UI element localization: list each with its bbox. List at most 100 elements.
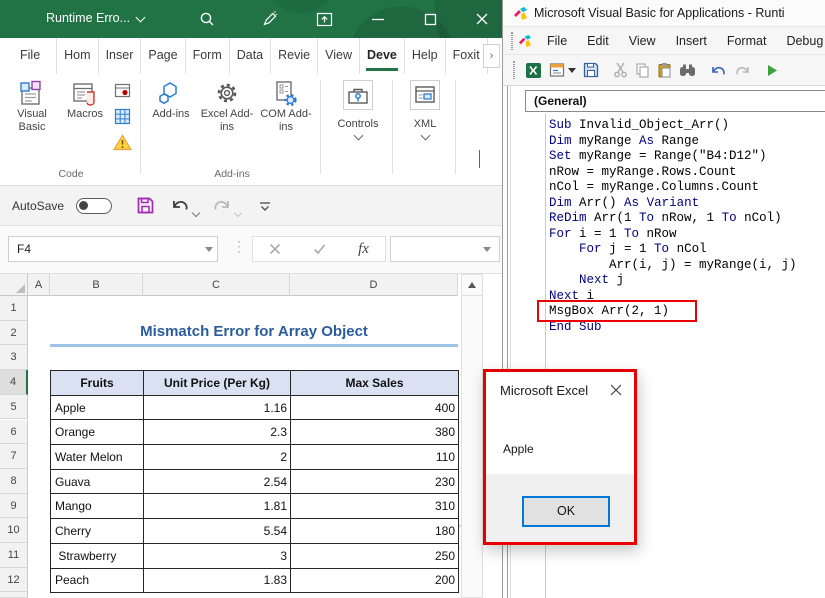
formula-input[interactable] — [390, 236, 500, 262]
table-cell[interactable]: Peach — [51, 568, 144, 594]
table-header-fruits[interactable]: Fruits — [51, 371, 144, 396]
table-cell[interactable]: 400 — [291, 395, 459, 421]
xml-button[interactable]: XML — [400, 80, 450, 143]
code-line[interactable]: For i = 1 To nRow — [549, 227, 677, 243]
code-line[interactable]: ReDim Arr(1 To nRow, 1 To nCol) — [549, 211, 782, 227]
vba-undo-button[interactable] — [710, 63, 727, 78]
table-cell[interactable]: Strawberry — [51, 543, 144, 569]
object-dropdown[interactable]: (General) — [525, 90, 825, 112]
table-cell[interactable]: Mango — [51, 494, 144, 520]
formula-bar-expand-icon[interactable] — [483, 247, 491, 252]
row-header-2[interactable]: 2 — [0, 320, 28, 346]
tab-foxit[interactable]: Foxit — [446, 38, 488, 74]
select-all-corner[interactable] — [0, 274, 28, 296]
code-line[interactable]: Set myRange = Range("B4:D12") — [549, 149, 767, 165]
col-header-c[interactable]: C — [143, 274, 290, 296]
insert-function-icon[interactable]: fx — [358, 241, 369, 258]
formula-bar-grip-icon[interactable]: ⋮ — [232, 238, 246, 255]
tab-insert[interactable]: Inser — [99, 38, 142, 74]
macros-button[interactable]: Macros — [60, 80, 110, 121]
tab-file[interactable]: File — [8, 38, 58, 74]
table-header-unit-price[interactable]: Unit Price (Per Kg) — [144, 371, 291, 396]
tab-data[interactable]: Data — [230, 38, 272, 74]
collapse-ribbon-icon[interactable] — [479, 150, 493, 168]
save-button[interactable] — [136, 196, 155, 215]
row-header-3[interactable]: 3 — [0, 345, 28, 371]
code-line[interactable]: Arr(i, j) = myRange(i, j) — [549, 258, 797, 274]
record-macro-button[interactable] — [112, 80, 132, 100]
menu-file[interactable]: File — [538, 30, 576, 52]
table-cell[interactable]: 200 — [291, 568, 459, 594]
com-add-ins-button[interactable]: COM Add-ins — [258, 80, 314, 133]
row-header-4[interactable]: 4 — [0, 370, 28, 395]
undo-button[interactable] — [170, 196, 190, 215]
menu-insert[interactable]: Insert — [667, 30, 716, 52]
insert-object-dropdown-icon[interactable] — [568, 67, 576, 73]
code-line[interactable]: nCol = myRange.Columns.Count — [549, 180, 759, 196]
row-header-6[interactable]: 6 — [0, 419, 28, 445]
row-header-1[interactable]: 1 — [0, 296, 28, 321]
table-cell[interactable]: 180 — [291, 519, 459, 544]
table-cell[interactable]: 110 — [291, 445, 459, 470]
row-header-11[interactable]: 11 — [0, 543, 28, 568]
table-cell[interactable]: 1.16 — [144, 395, 291, 421]
menu-view[interactable]: View — [620, 30, 665, 52]
scrollbar-up-icon[interactable] — [462, 275, 482, 296]
code-line[interactable]: Dim Arr() As Variant — [549, 196, 699, 212]
controls-button[interactable]: Controls — [330, 80, 386, 143]
find-button[interactable] — [679, 63, 696, 78]
vba-redo-button[interactable] — [734, 63, 751, 78]
code-line[interactable]: Sub Invalid_Object_Arr() — [549, 118, 729, 134]
menu-edit[interactable]: Edit — [578, 30, 618, 52]
msgbox-close-icon[interactable] — [609, 383, 623, 397]
name-box-dropdown-icon[interactable] — [205, 247, 213, 252]
table-cell[interactable]: 2 — [144, 445, 291, 470]
minimize-icon[interactable] — [368, 9, 388, 29]
copy-button[interactable] — [635, 62, 650, 78]
table-header-max-sales[interactable]: Max Sales — [291, 371, 459, 396]
table-cell[interactable]: 250 — [291, 543, 459, 569]
col-header-a[interactable]: A — [28, 274, 50, 296]
vba-save-button[interactable] — [583, 62, 599, 78]
insert-object-button[interactable] — [549, 62, 576, 78]
paste-button[interactable] — [657, 62, 672, 78]
tab-page-layout[interactable]: Page — [141, 38, 186, 74]
name-box[interactable]: F4 — [8, 236, 218, 262]
tab-help[interactable]: Help — [405, 38, 446, 74]
customize-qat-icon[interactable] — [258, 199, 272, 213]
col-header-b[interactable]: B — [50, 274, 143, 296]
table-cell[interactable]: Cherry — [51, 519, 144, 544]
code-line[interactable]: nRow = myRange.Rows.Count — [549, 165, 737, 181]
menubar-drag-handle[interactable] — [511, 31, 513, 50]
table-cell[interactable]: Guava — [51, 469, 144, 495]
run-macro-button[interactable] — [765, 63, 779, 78]
visual-basic-button[interactable]: Visual Basic — [6, 80, 58, 133]
cut-button[interactable] — [613, 62, 628, 78]
redo-button[interactable] — [212, 196, 232, 215]
autosave-toggle[interactable] — [76, 198, 112, 214]
row-header-10[interactable]: 10 — [0, 518, 28, 543]
table-cell[interactable]: 2.3 — [144, 420, 291, 446]
row-header-9[interactable]: 9 — [0, 493, 28, 519]
ok-button[interactable]: OK — [522, 496, 610, 527]
menu-format[interactable]: Format — [718, 30, 776, 52]
row-header-12[interactable]: 12 — [0, 567, 28, 593]
tab-overflow-button[interactable]: › — [483, 44, 500, 68]
tab-view[interactable]: View — [318, 38, 360, 74]
table-cell[interactable]: 230 — [291, 469, 459, 495]
macro-security-warning-icon[interactable] — [112, 132, 132, 152]
table-cell[interactable]: 5.54 — [144, 519, 291, 544]
code-line[interactable]: For j = 1 To nCol — [549, 242, 707, 258]
view-excel-button[interactable] — [525, 62, 542, 79]
maximize-icon[interactable] — [420, 9, 440, 29]
table-cell[interactable]: 1.83 — [144, 568, 291, 594]
excel-add-ins-button[interactable]: Excel Add-ins — [200, 80, 254, 133]
search-icon[interactable] — [197, 9, 217, 29]
table-cell[interactable]: Apple — [51, 395, 144, 421]
add-ins-button[interactable]: Add-ins — [148, 80, 194, 121]
code-line[interactable]: Next j — [549, 273, 624, 289]
confirm-entry-icon[interactable] — [313, 243, 326, 255]
use-relative-references-button[interactable] — [112, 106, 132, 126]
row-header-8[interactable]: 8 — [0, 468, 28, 494]
table-cell[interactable]: 1.81 — [144, 494, 291, 520]
